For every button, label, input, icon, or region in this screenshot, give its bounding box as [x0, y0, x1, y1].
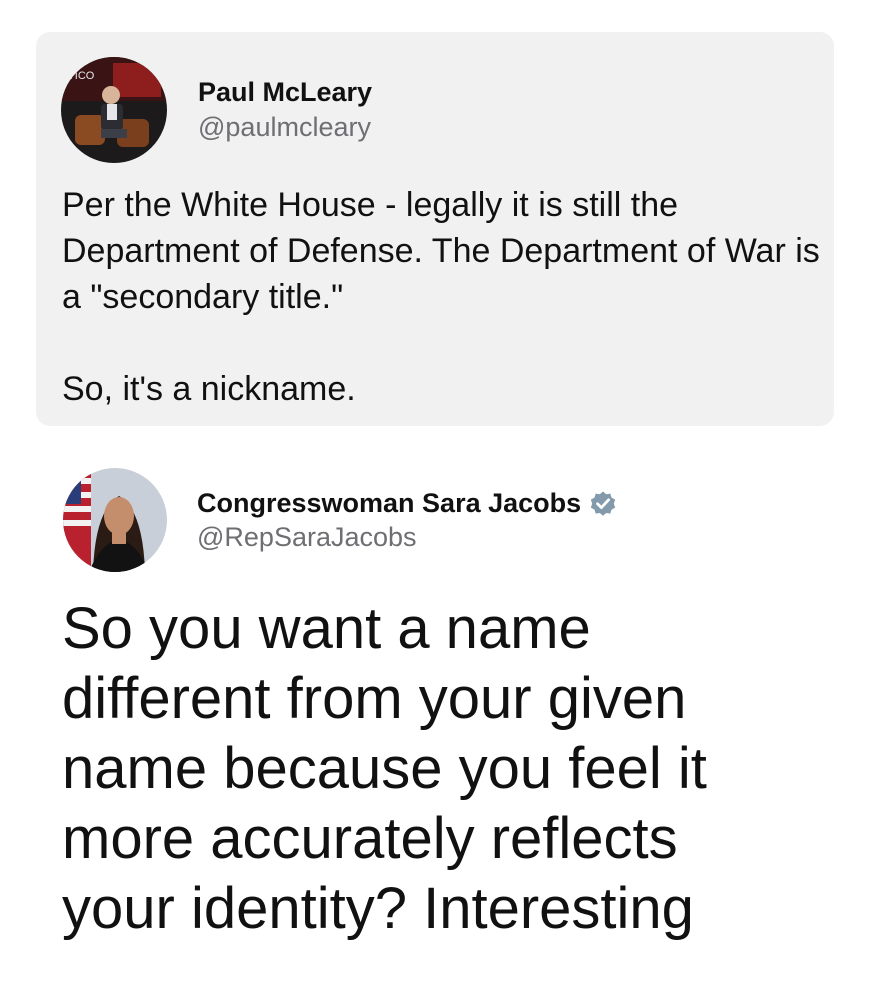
- quoted-paragraph-2: So, it's a nickname.: [62, 370, 356, 408]
- main-post-text: So you want a name different from your g…: [62, 596, 707, 941]
- main-author-name[interactable]: Congresswoman Sara Jacobs: [197, 488, 581, 519]
- quoted-post-card[interactable]: ITICO Paul McLeary @paulmcleary Per the …: [36, 32, 834, 426]
- quoted-post-text: Per the White House - legally it is stil…: [62, 182, 822, 412]
- main-author-name-row: Congresswoman Sara Jacobs: [197, 488, 617, 519]
- quoted-author-handle[interactable]: @paulmcleary: [198, 112, 371, 143]
- main-author-handle[interactable]: @RepSaraJacobs: [197, 522, 417, 553]
- quoted-author-name[interactable]: Paul McLeary: [198, 77, 372, 108]
- quoted-paragraph-1: Per the White House - legally it is stil…: [62, 186, 820, 316]
- main-author-avatar[interactable]: [63, 468, 167, 572]
- avatar-backdrop-text: ITICO: [65, 70, 95, 82]
- quoted-author-avatar[interactable]: ITICO: [61, 57, 167, 163]
- verified-check-icon: [589, 490, 617, 518]
